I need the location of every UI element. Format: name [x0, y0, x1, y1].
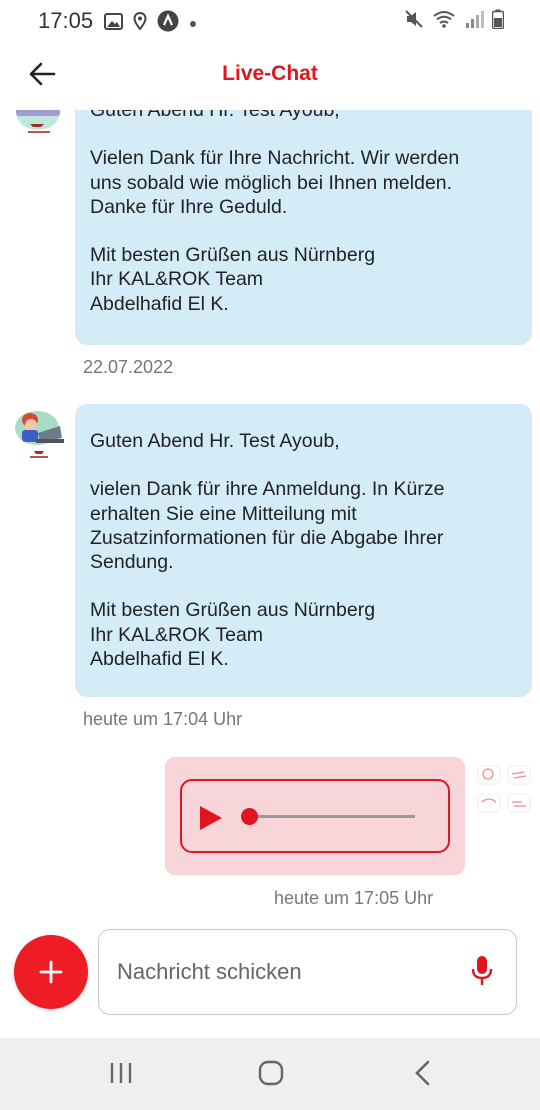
agent-avatar — [10, 408, 68, 468]
microphone-button[interactable] — [470, 954, 494, 993]
microphone-icon — [471, 956, 493, 985]
plus-icon — [39, 960, 63, 984]
recent-apps-button[interactable] — [108, 1060, 134, 1091]
message-bubble: Guten Abend Hr. Test Ayoub, Vielen Dank … — [75, 110, 532, 345]
message-line: Guten Abend Hr. Test Ayoub, — [90, 430, 340, 452]
message-line: Guten Abend Hr. Test Ayoub, — [90, 110, 340, 121]
dot-icon — [189, 15, 197, 33]
message-timestamp: 22.07.2022 — [83, 357, 174, 377]
system-nav-bar — [0, 1038, 540, 1110]
message-input-container — [98, 929, 517, 1015]
message-line — [90, 219, 517, 243]
audio-player — [180, 779, 450, 853]
message-line: Danke für Ihre Geduld. — [90, 195, 288, 218]
message-line: Ihr KAL&ROK Team — [90, 623, 264, 646]
message-line: erhalten Sie eine Mitteilung mit — [90, 502, 357, 525]
message-line: vielen Dank für ihre Anmeldung. In Kürze — [90, 478, 445, 501]
message-line: Abdelhafid El K. — [90, 292, 229, 315]
app-notification-icon — [157, 10, 179, 37]
image-icon — [104, 12, 123, 35]
user-avatar — [474, 760, 534, 820]
page-title: Live-Chat — [222, 62, 318, 85]
status-bar: 17:05 — [0, 0, 540, 40]
battery-icon — [491, 9, 505, 34]
message-line — [90, 574, 517, 598]
signal-icon — [464, 9, 484, 34]
location-pin-icon — [133, 11, 147, 36]
message-line: Abdelhafid El K. — [90, 648, 229, 671]
status-time: 17:05 — [38, 8, 94, 33]
app-bar: Live-Chat — [0, 40, 540, 110]
recent-apps-icon — [110, 1063, 132, 1083]
message-timestamp: heute um 17:04 Uhr — [83, 709, 243, 729]
home-button[interactable] — [257, 1060, 285, 1091]
message-line: Vielen Dank für Ihre Nachricht. Wir werd… — [90, 147, 460, 170]
seek-track[interactable] — [252, 815, 415, 818]
play-button[interactable] — [198, 804, 224, 837]
add-button[interactable] — [14, 935, 88, 1009]
mute-icon — [404, 9, 424, 34]
nav-back-button[interactable] — [410, 1060, 436, 1091]
message-line: Mit besten Grüßen aus Nürnberg — [90, 599, 376, 622]
message-composer — [0, 925, 540, 1035]
message-line: Zusatzinformationen für die Abgabe Ihrer — [90, 526, 444, 549]
agent-avatar — [10, 110, 68, 150]
play-icon — [200, 806, 222, 830]
message-line — [90, 453, 517, 477]
message-line: uns sobald wie möglich bei Ihnen melden. — [90, 171, 453, 194]
message-bubble: Guten Abend Hr. Test Ayoub, vielen Dank … — [75, 404, 532, 697]
audio-message-bubble — [165, 757, 465, 875]
wifi-icon — [432, 9, 456, 34]
message-line: Mit besten Grüßen aus Nürnberg — [90, 244, 376, 267]
message-input[interactable] — [117, 952, 437, 992]
home-icon — [258, 1060, 284, 1086]
message-line — [90, 122, 517, 146]
message-line: Sendung. — [90, 551, 174, 574]
back-icon — [415, 1060, 430, 1086]
chat-list[interactable]: Guten Abend Hr. Test Ayoub, Vielen Dank … — [0, 110, 540, 925]
seek-thumb[interactable] — [241, 808, 258, 825]
message-timestamp: heute um 17:05 Uhr — [274, 888, 434, 908]
message-line: Ihr KAL&ROK Team — [90, 268, 264, 291]
